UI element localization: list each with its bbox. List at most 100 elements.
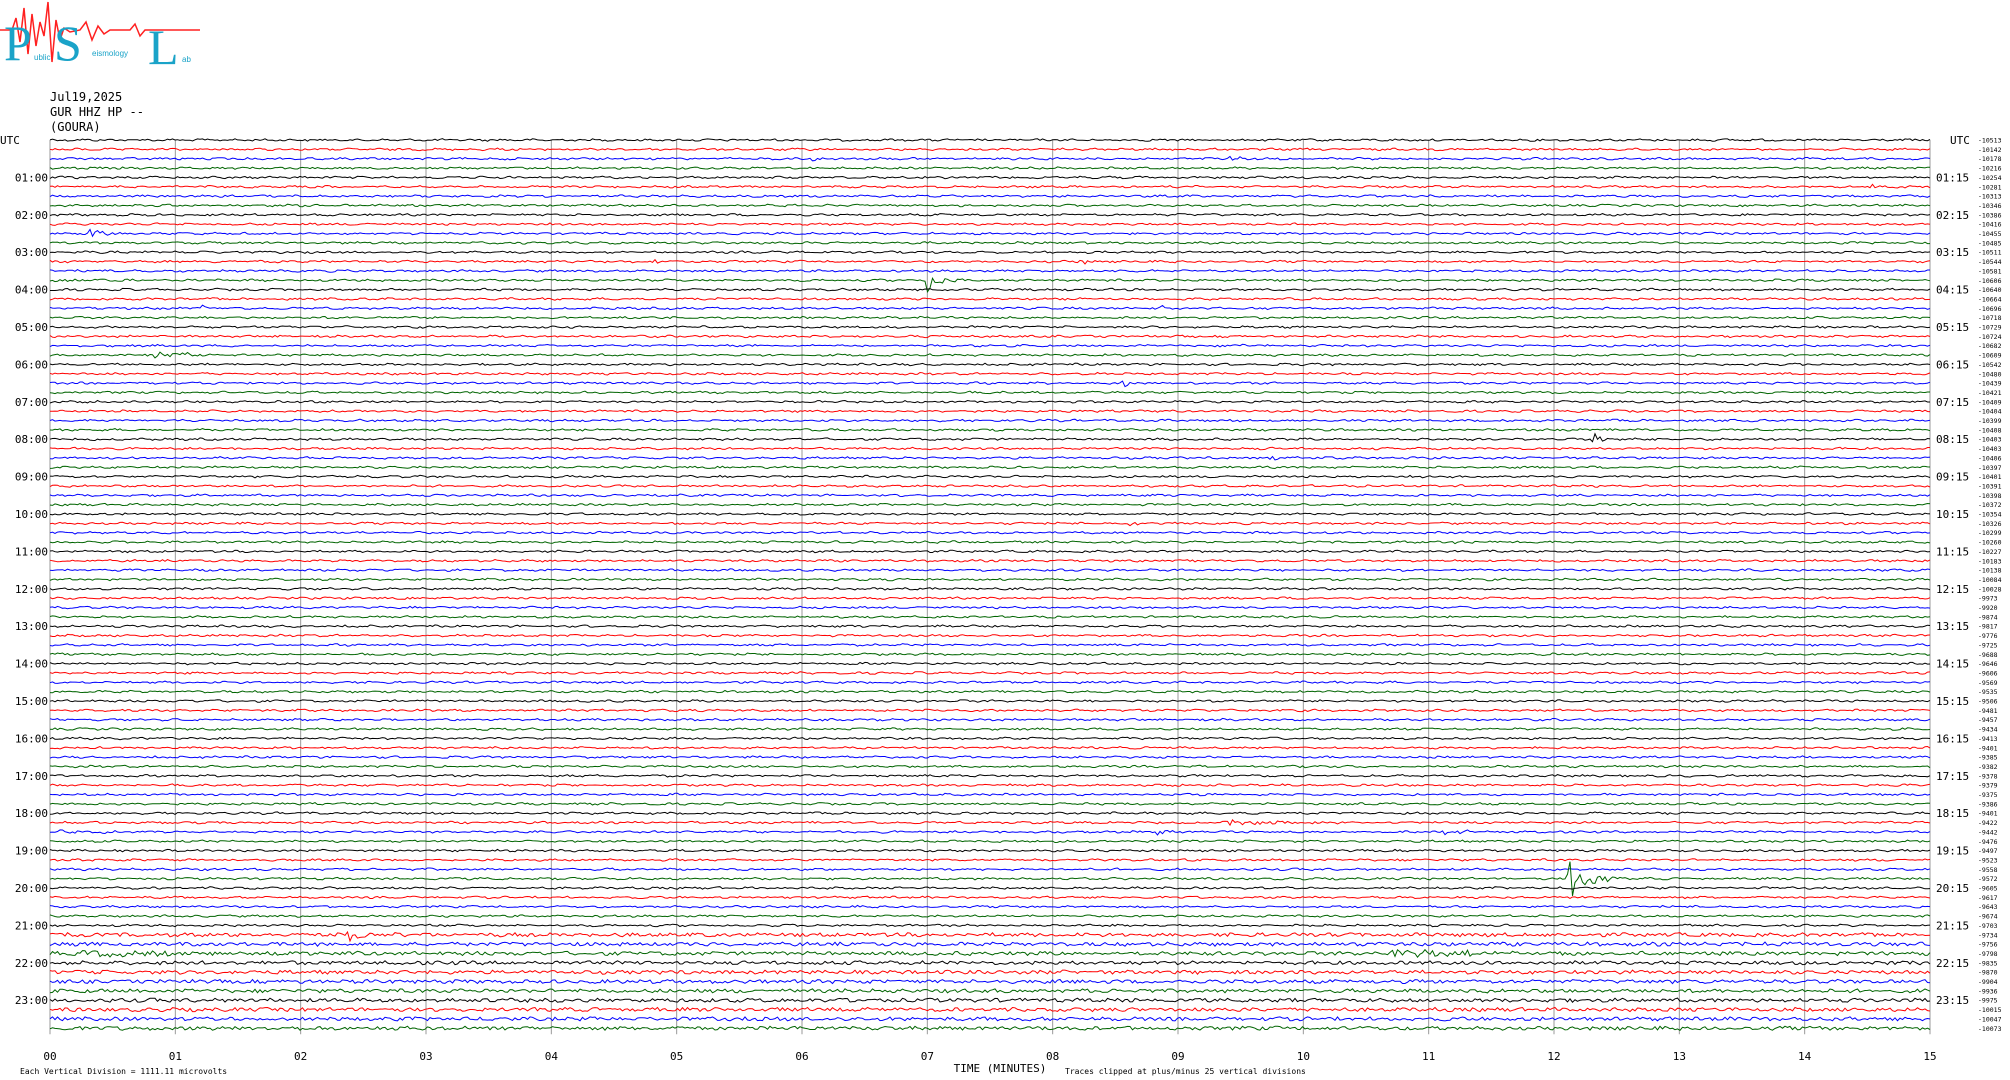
- trace-72: [49, 811, 1931, 816]
- trace-value-label: -9835: [1978, 959, 1998, 967]
- trace-2: [49, 155, 1931, 162]
- trace-value-label: -9457: [1978, 716, 1998, 724]
- trace-7: [49, 203, 1931, 208]
- trace-value-label: -9617: [1978, 894, 1998, 902]
- left-utc-tick: 22:00: [15, 957, 48, 970]
- trace-52: [49, 624, 1931, 629]
- trace-value-label: -9703: [1978, 922, 1998, 930]
- trace-81: [49, 895, 1931, 900]
- left-utc-axis: UTC 01:00 02:00 03:00 04:00 05:00 06:00 07:00 08…: [0, 134, 48, 1007]
- trace-62: [49, 717, 1931, 722]
- trace-71: [49, 802, 1931, 806]
- trace-value-label: -10397: [1978, 464, 2002, 472]
- trace-value-label: -10416: [1978, 221, 2002, 229]
- x-tick-label: 08: [1046, 1050, 1059, 1063]
- trace-43: [49, 540, 1931, 545]
- trace-value-label: -9817: [1978, 623, 1998, 631]
- trace-34: [49, 455, 1931, 461]
- trace-value-label: -10299: [1978, 529, 2002, 537]
- trace-value-label: -9569: [1978, 679, 1998, 687]
- trace-value-label: -10326: [1978, 520, 2002, 528]
- trace-29: [50, 409, 1931, 413]
- trace-19: [49, 315, 1931, 320]
- right-utc-tick: 19:15: [1936, 845, 1969, 858]
- trace-value-label: -10542: [1978, 361, 2002, 369]
- x-tick-label: 14: [1798, 1050, 1812, 1063]
- trace-28: [49, 399, 1930, 404]
- trace-value-label: -9506: [1978, 698, 1998, 706]
- trace-64: [49, 736, 1931, 741]
- trace-18: [49, 304, 1931, 311]
- trace-57: [49, 671, 1931, 675]
- right-utc-tick: 03:15: [1936, 246, 1969, 259]
- right-utc-axis: UTC 01:15 02:15 03:15 04:15 05:15 06:15 07:15 08…: [1936, 134, 1970, 1007]
- trace-51: [49, 614, 1931, 619]
- trace-value-label: -10399: [1978, 417, 2002, 425]
- seismic-traces: [49, 138, 1931, 1031]
- trace-value-label: -9535: [1978, 688, 1998, 696]
- trace-44: [49, 549, 1931, 554]
- trace-value-label: -9413: [1978, 735, 1998, 743]
- trace-value-label: -9386: [1978, 800, 1998, 808]
- trace-value-label: -10485: [1978, 239, 2002, 247]
- x-tick-label: 12: [1547, 1050, 1560, 1063]
- trace-value-label: -10406: [1978, 454, 2002, 462]
- trace-90: [49, 978, 1931, 985]
- trace-value-label: -10178: [1978, 155, 2002, 163]
- trace-value-label: -9870: [1978, 969, 1998, 977]
- trace-87: [49, 948, 1931, 959]
- trace-value-label: -10682: [1978, 342, 2002, 350]
- trace-value-label: -9378: [1978, 772, 1998, 780]
- trace-55: [49, 652, 1931, 657]
- trace-value-label: -10513: [1978, 137, 2002, 145]
- trace-value-label: -9422: [1978, 819, 1998, 827]
- trace-93: [49, 1006, 1931, 1013]
- trace-value-label: -10403: [1978, 445, 2002, 453]
- trace-value-label: -9558: [1978, 866, 1998, 874]
- trace-46: [49, 568, 1931, 572]
- right-utc-tick: 02:15: [1936, 209, 1969, 222]
- trace-value-label: -10455: [1978, 230, 2002, 238]
- x-tick-label: 13: [1673, 1050, 1686, 1063]
- left-utc-tick: 07:00: [15, 396, 48, 409]
- trace-value-label: -9776: [1978, 632, 1998, 640]
- trace-80: [49, 886, 1931, 890]
- trace-35: [49, 465, 1931, 470]
- right-utc-tick: 23:15: [1936, 994, 1969, 1007]
- trace-value-label: -9904: [1978, 978, 1998, 986]
- trace-value-label: -10073: [1978, 1025, 2002, 1033]
- trace-value-label: -10216: [1978, 165, 2002, 173]
- trace-69: [49, 783, 1931, 787]
- footer-left-note: Each Vertical Division = 1111.11 microvo…: [20, 1067, 227, 1076]
- right-utc-tick: 21:15: [1936, 919, 1969, 932]
- trace-value-label: -9442: [1978, 828, 1998, 836]
- trace-89: [49, 969, 1931, 975]
- trace-54: [49, 643, 1931, 647]
- trace-value-label: -9936: [1978, 987, 1998, 995]
- trace-63: [49, 727, 1931, 731]
- trace-value-label: -10729: [1978, 324, 2002, 332]
- left-utc-tick: 23:00: [15, 994, 48, 1007]
- trace-value-label: -10028: [1978, 585, 2002, 593]
- right-utc-tick: 16:15: [1936, 732, 1969, 745]
- trace-value-labels: -10513-10142-10178 -10216-10254-10281 -103…: [1978, 137, 2002, 1033]
- right-utc-tick: 12:15: [1936, 583, 1969, 596]
- trace-77: [49, 858, 1931, 862]
- trace-value-label: -10544: [1978, 258, 2002, 266]
- trace-39: [49, 502, 1931, 507]
- trace-value-label: -10421: [1978, 389, 2002, 397]
- trace-94: [49, 1016, 1931, 1022]
- trace-75: [49, 839, 1931, 844]
- trace-88: [49, 960, 1931, 966]
- left-utc-tick: 16:00: [15, 732, 48, 745]
- right-utc-tick: 22:15: [1936, 957, 1969, 970]
- right-utc-tick: 11:15: [1936, 545, 1969, 558]
- x-tick-label: 05: [670, 1050, 683, 1063]
- trace-value-label: -10718: [1978, 314, 2002, 322]
- trace-value-label: -10183: [1978, 557, 2002, 565]
- trace-95: [49, 1025, 1931, 1031]
- trace-value-label: -10409: [1978, 398, 2002, 406]
- trace-20: [49, 325, 1931, 329]
- trace-value-label: -9688: [1978, 651, 1998, 659]
- trace-38: [49, 493, 1931, 498]
